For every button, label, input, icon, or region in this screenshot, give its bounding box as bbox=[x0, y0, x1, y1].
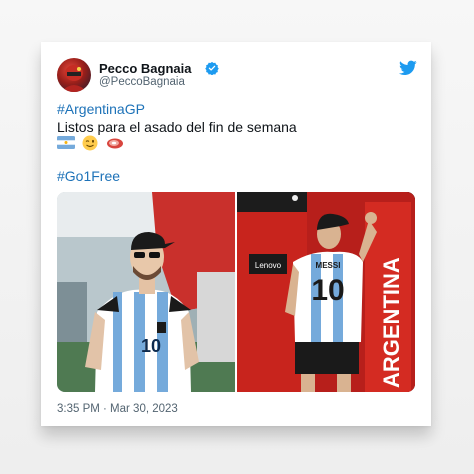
left-jersey-number: 10 bbox=[141, 336, 161, 356]
tweet-photo-2[interactable]: Lenovo ARGENTINA MESSI 10 bbox=[237, 192, 415, 392]
tweet-text: #ArgentinaGP Listos para el asado del fi… bbox=[57, 100, 417, 136]
meat-emoji bbox=[106, 138, 123, 149]
winking-face-emoji bbox=[82, 135, 98, 151]
argentina-banner-text: ARGENTINA bbox=[379, 257, 404, 388]
page-background: Pecco Bagnaia @PeccoBagnaia #ArgentinaGP… bbox=[0, 0, 474, 474]
hashtag-link-argentinagp[interactable]: #ArgentinaGP bbox=[57, 100, 417, 118]
twitter-logo-icon[interactable] bbox=[399, 60, 417, 76]
avatar[interactable] bbox=[57, 58, 91, 92]
tweet-photo-1[interactable]: 10 bbox=[57, 192, 235, 392]
jersey-name-text: MESSI bbox=[316, 261, 341, 270]
author-handle[interactable]: @PeccoBagnaia bbox=[99, 76, 185, 88]
emoji-row bbox=[57, 134, 127, 151]
author-display-name[interactable]: Pecco Bagnaia bbox=[99, 61, 192, 76]
verified-badge-icon bbox=[205, 61, 219, 75]
tweet-card[interactable]: Pecco Bagnaia @PeccoBagnaia #ArgentinaGP… bbox=[41, 42, 431, 426]
jersey-number-text: 10 bbox=[311, 274, 344, 307]
argentina-flag-emoji bbox=[57, 136, 75, 150]
lenovo-sign: Lenovo bbox=[255, 261, 282, 270]
hashtag-link-go1free[interactable]: #Go1Free bbox=[57, 168, 120, 184]
tweet-timestamp[interactable]: 3:35 PM · Mar 30, 2023 bbox=[57, 403, 178, 415]
